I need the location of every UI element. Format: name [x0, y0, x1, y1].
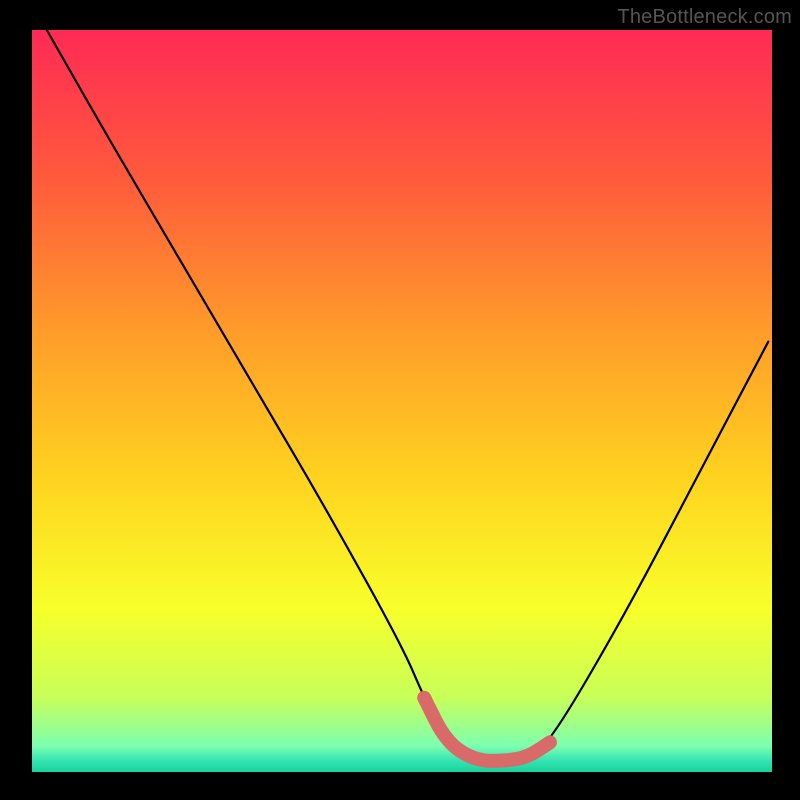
watermark-text: TheBottleneck.com	[617, 6, 792, 29]
chart-container: TheBottleneck.com	[0, 0, 800, 800]
plot-area	[32, 30, 772, 772]
bottleneck-chart	[0, 0, 800, 800]
